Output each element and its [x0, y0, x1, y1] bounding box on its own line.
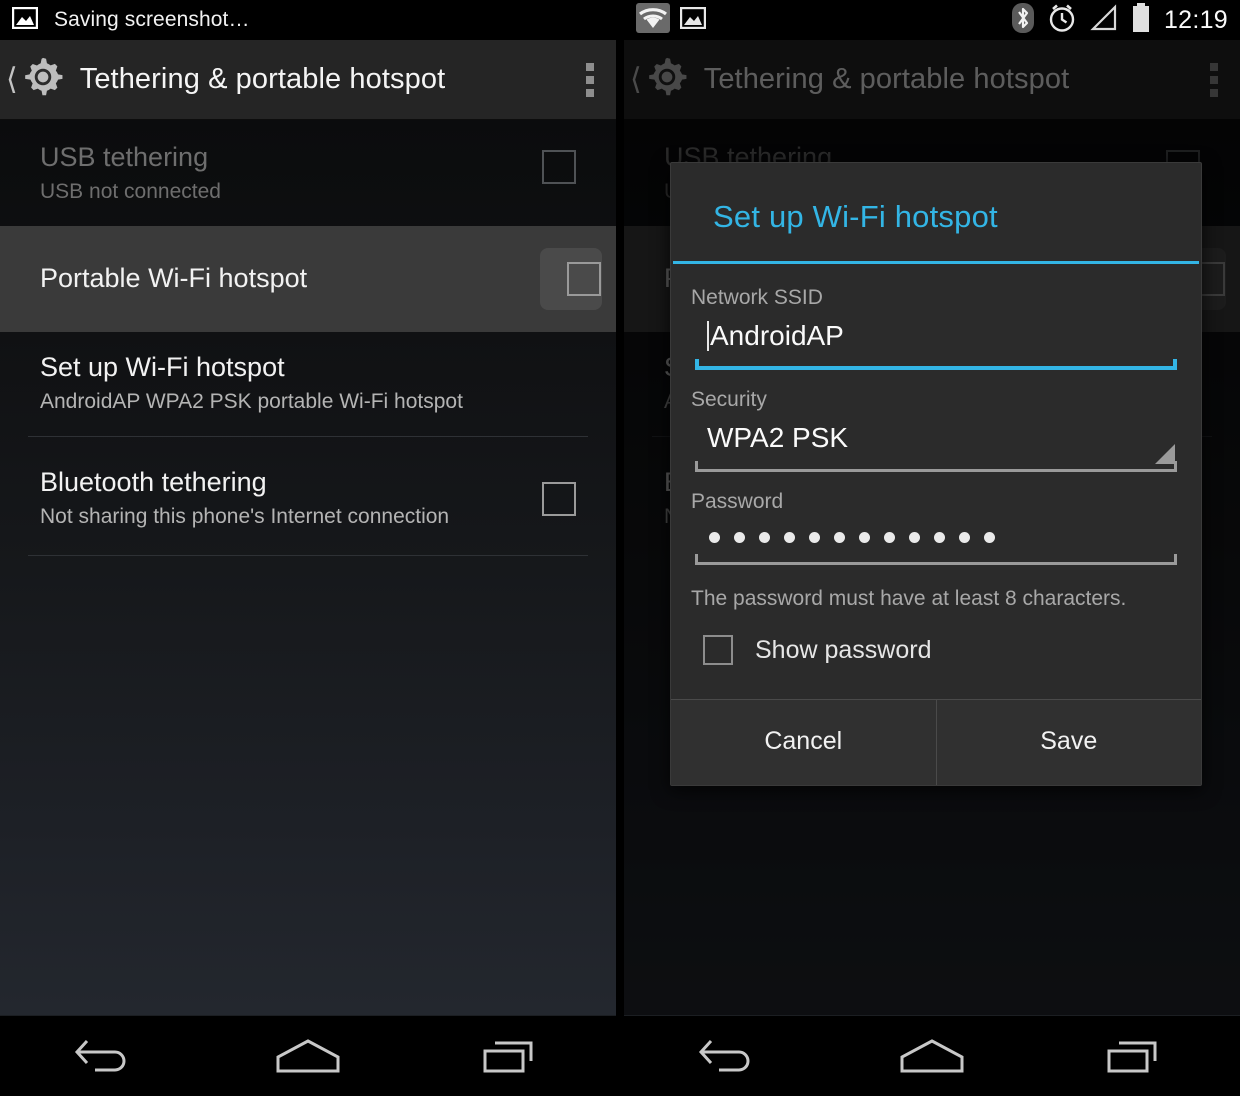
usb-tethering-texts: USB tethering USB not connected [40, 142, 516, 206]
network-ssid-field[interactable]: AndroidAP [689, 314, 1183, 370]
password-underline [689, 554, 1183, 565]
left-phone-screen: Saving screenshot… ⟨ Tethering & portabl… [0, 0, 616, 1096]
back-arrow-icon[interactable] [43, 1016, 163, 1096]
setup-hotspot-texts: Set up Wi-Fi hotspot AndroidAP WPA2 PSK … [40, 352, 576, 416]
usb-tethering-checkbox [542, 150, 576, 184]
security-value[interactable]: WPA2 PSK [689, 416, 1183, 462]
wifi-icon [636, 2, 670, 38]
screenshot-image-icon [679, 6, 707, 34]
network-ssid-input[interactable]: AndroidAP [689, 314, 1183, 360]
cell-signal-icon [1090, 3, 1118, 37]
right-status-system-icons: 12:19 [1011, 2, 1228, 38]
setup-hotspot-subtitle: AndroidAP WPA2 PSK portable Wi-Fi hotspo… [40, 389, 463, 413]
back-caret-icon[interactable]: ⟨ [6, 64, 18, 95]
battery-icon [1131, 2, 1151, 38]
list-item-bluetooth-tethering[interactable]: Bluetooth tethering Not sharing this pho… [0, 437, 616, 555]
security-underline [689, 461, 1183, 472]
left-navigation-bar [0, 1015, 616, 1096]
list-item-usb-tethering: USB tethering USB not connected [0, 120, 616, 226]
portable-hotspot-checkbox[interactable] [567, 262, 601, 296]
overflow-menu-icon[interactable] [574, 57, 606, 103]
right-status-bar: 12:19 [624, 0, 1240, 40]
right-phone-screen: 12:19 ⟨ Tethering & portable hotspot USB… [624, 0, 1240, 1096]
dual-screenshot-stage: Saving screenshot… ⟨ Tethering & portabl… [0, 0, 1240, 1096]
password-field[interactable] [689, 518, 1183, 565]
dialog-title: Set up Wi-Fi hotspot [713, 199, 998, 234]
alarm-clock-icon [1047, 3, 1077, 38]
right-navigation-bar [624, 1015, 1240, 1096]
show-password-checkbox[interactable] [703, 635, 733, 665]
portable-hotspot-texts: Portable Wi-Fi hotspot [40, 263, 530, 295]
home-icon[interactable] [248, 1016, 368, 1096]
right-status-notifications [636, 2, 707, 38]
bluetooth-tethering-checkbox[interactable] [542, 482, 576, 516]
bluetooth-tethering-title: Bluetooth tethering [40, 467, 267, 498]
dialog-body: Network SSID AndroidAP Security WPA2 PSK… [671, 264, 1201, 699]
security-label: Security [691, 388, 767, 411]
password-input[interactable] [689, 518, 1183, 555]
usb-tethering-title: USB tethering [40, 142, 209, 172]
list-item-portable-wifi-hotspot[interactable]: Portable Wi-Fi hotspot [0, 226, 616, 332]
panel-gutter [616, 0, 624, 1096]
page-title: Tethering & portable hotspot [79, 63, 446, 95]
status-clock: 12:19 [1163, 5, 1228, 34]
password-label: Password [691, 490, 784, 513]
bluetooth-icon [1011, 2, 1034, 38]
list-divider-2 [28, 555, 588, 556]
recent-apps-icon[interactable] [1077, 1016, 1197, 1096]
recent-apps-icon[interactable] [453, 1016, 573, 1096]
home-icon[interactable] [872, 1016, 992, 1096]
text-caret [707, 321, 709, 351]
show-password-row[interactable]: Show password [689, 629, 1183, 691]
setup-wifi-hotspot-dialog: Set up Wi-Fi hotspot Network SSID Androi… [670, 162, 1202, 786]
save-button[interactable]: Save [935, 700, 1201, 785]
settings-gear-icon[interactable] [20, 54, 66, 105]
left-action-bar: ⟨ Tethering & portable hotspot [0, 40, 616, 120]
setup-hotspot-title: Set up Wi-Fi hotspot [40, 352, 285, 382]
list-item-set-up-wifi-hotspot[interactable]: Set up Wi-Fi hotspot AndroidAP WPA2 PSK … [0, 332, 616, 436]
left-status-bar: Saving screenshot… [0, 0, 616, 40]
screenshot-image-icon [11, 6, 39, 34]
portable-hotspot-title: Portable Wi-Fi hotspot [40, 263, 308, 294]
usb-tethering-subtitle: USB not connected [40, 179, 221, 203]
portable-hotspot-checkbox-touch-area[interactable] [540, 248, 602, 310]
cancel-button[interactable]: Cancel [671, 700, 936, 785]
security-spinner[interactable]: WPA2 PSK [689, 416, 1183, 472]
network-ssid-value: AndroidAP [710, 320, 844, 351]
bluetooth-tethering-texts: Bluetooth tethering Not sharing this pho… [40, 467, 516, 531]
saving-screenshot-text: Saving screenshot… [54, 8, 250, 31]
show-password-label: Show password [755, 635, 932, 664]
left-status-notifications: Saving screenshot… [11, 6, 250, 34]
dialog-button-bar: Cancel Save [671, 699, 1201, 785]
left-settings-list: USB tethering USB not connected Portable… [0, 120, 616, 1096]
back-arrow-icon[interactable] [667, 1016, 787, 1096]
password-hint: The password must have at least 8 charac… [691, 587, 1127, 610]
bluetooth-tethering-subtitle: Not sharing this phone's Internet connec… [40, 504, 450, 528]
network-ssid-underline [689, 359, 1183, 370]
network-ssid-label: Network SSID [691, 286, 823, 309]
chevron-down-icon[interactable] [1155, 444, 1175, 464]
